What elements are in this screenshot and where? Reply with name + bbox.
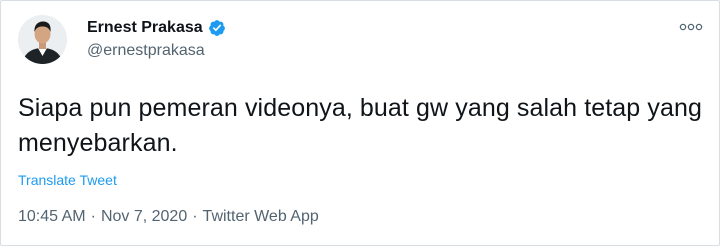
tweet-metadata: 10:45 AM · Nov 7, 2020 · Twitter Web App	[18, 208, 319, 226]
translate-tweet-link[interactable]: Translate Tweet	[18, 172, 117, 188]
avatar-photo-icon	[18, 15, 67, 64]
verified-badge-icon	[208, 19, 226, 37]
tweet-date[interactable]: Nov 7, 2020	[101, 208, 187, 226]
display-name[interactable]: Ernest Prakasa	[87, 19, 203, 37]
meta-separator: ·	[192, 208, 198, 225]
tweet-card: Ernest Prakasa @ernestprakasa Siapa pun …	[0, 0, 720, 246]
username[interactable]: @ernestprakasa	[87, 42, 205, 60]
avatar[interactable]	[18, 15, 67, 64]
meta-separator: ·	[90, 208, 96, 225]
author-name-row[interactable]: Ernest Prakasa	[87, 18, 226, 38]
tweet-time[interactable]: 10:45 AM	[18, 208, 86, 226]
more-options-icon[interactable]	[678, 17, 704, 37]
tweet-text: Siapa pun pemeran videonya, buat gw yang…	[18, 94, 702, 157]
tweet-source[interactable]: Twitter Web App	[203, 208, 319, 226]
